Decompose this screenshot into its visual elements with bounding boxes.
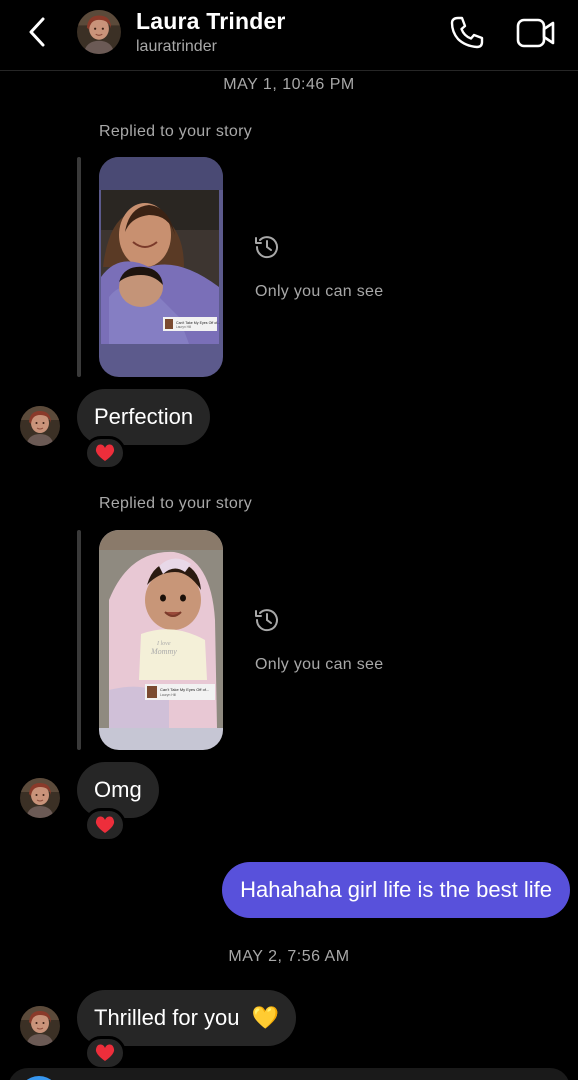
contact-name[interactable]: Laura Trinder — [136, 8, 286, 35]
story-image: I love Mommy Can't Take My Eyes Off of..… — [99, 530, 223, 750]
phone-icon — [450, 16, 484, 49]
timestamp: MAY 1, 10:46 PM — [223, 76, 355, 93]
story-thumbnail[interactable]: Can't Take My Eyes Off of... Lauryn Hill — [99, 157, 223, 377]
music-sticker-title: Can't Take My Eyes Off of... — [160, 687, 209, 692]
story-reply-caption: Replied to your story — [99, 495, 253, 512]
back-button[interactable] — [22, 14, 52, 50]
heart-icon — [95, 444, 115, 461]
chat-header: Laura Trinder lauratrinder — [0, 0, 578, 71]
heart-icon — [95, 816, 115, 833]
heart-icon — [95, 1044, 115, 1061]
sender-avatar[interactable] — [20, 1006, 60, 1046]
history-icon — [255, 236, 278, 259]
svg-text:Mommy: Mommy — [150, 647, 177, 656]
yellow-heart-emoji: 💛 — [251, 1005, 280, 1030]
music-sticker-artist: Lauryn Hill — [160, 693, 176, 697]
reply-indicator-bar — [77, 157, 81, 377]
visibility-note: Only you can see — [255, 283, 384, 300]
outgoing-message[interactable]: Hahahaha girl life is the best life — [222, 862, 570, 918]
heart-reaction[interactable] — [84, 1036, 126, 1070]
video-camera-icon — [516, 18, 555, 48]
message-text: Thrilled for you — [94, 1005, 240, 1030]
reply-indicator-bar — [77, 530, 81, 750]
music-sticker-artist: Lauryn Hill — [176, 325, 191, 329]
heart-reaction[interactable] — [84, 436, 126, 470]
story-image: Can't Take My Eyes Off of... Lauryn Hill — [99, 157, 223, 377]
history-icon — [255, 609, 278, 632]
timestamp: MAY 2, 7:56 AM — [228, 948, 350, 965]
header-avatar[interactable] — [77, 10, 121, 54]
story-thumbnail[interactable]: I love Mommy Can't Take My Eyes Off of..… — [99, 530, 223, 750]
sender-avatar[interactable] — [20, 406, 60, 446]
visibility-note: Only you can see — [255, 656, 384, 673]
message-composer[interactable] — [8, 1068, 570, 1080]
story-reply-caption: Replied to your story — [99, 123, 253, 140]
heart-reaction[interactable] — [84, 808, 126, 842]
sender-avatar[interactable] — [20, 778, 60, 818]
contact-username[interactable]: lauratrinder — [136, 38, 217, 56]
audio-call-button[interactable] — [448, 14, 486, 52]
chevron-left-icon — [29, 17, 45, 47]
video-call-button[interactable] — [515, 14, 557, 52]
